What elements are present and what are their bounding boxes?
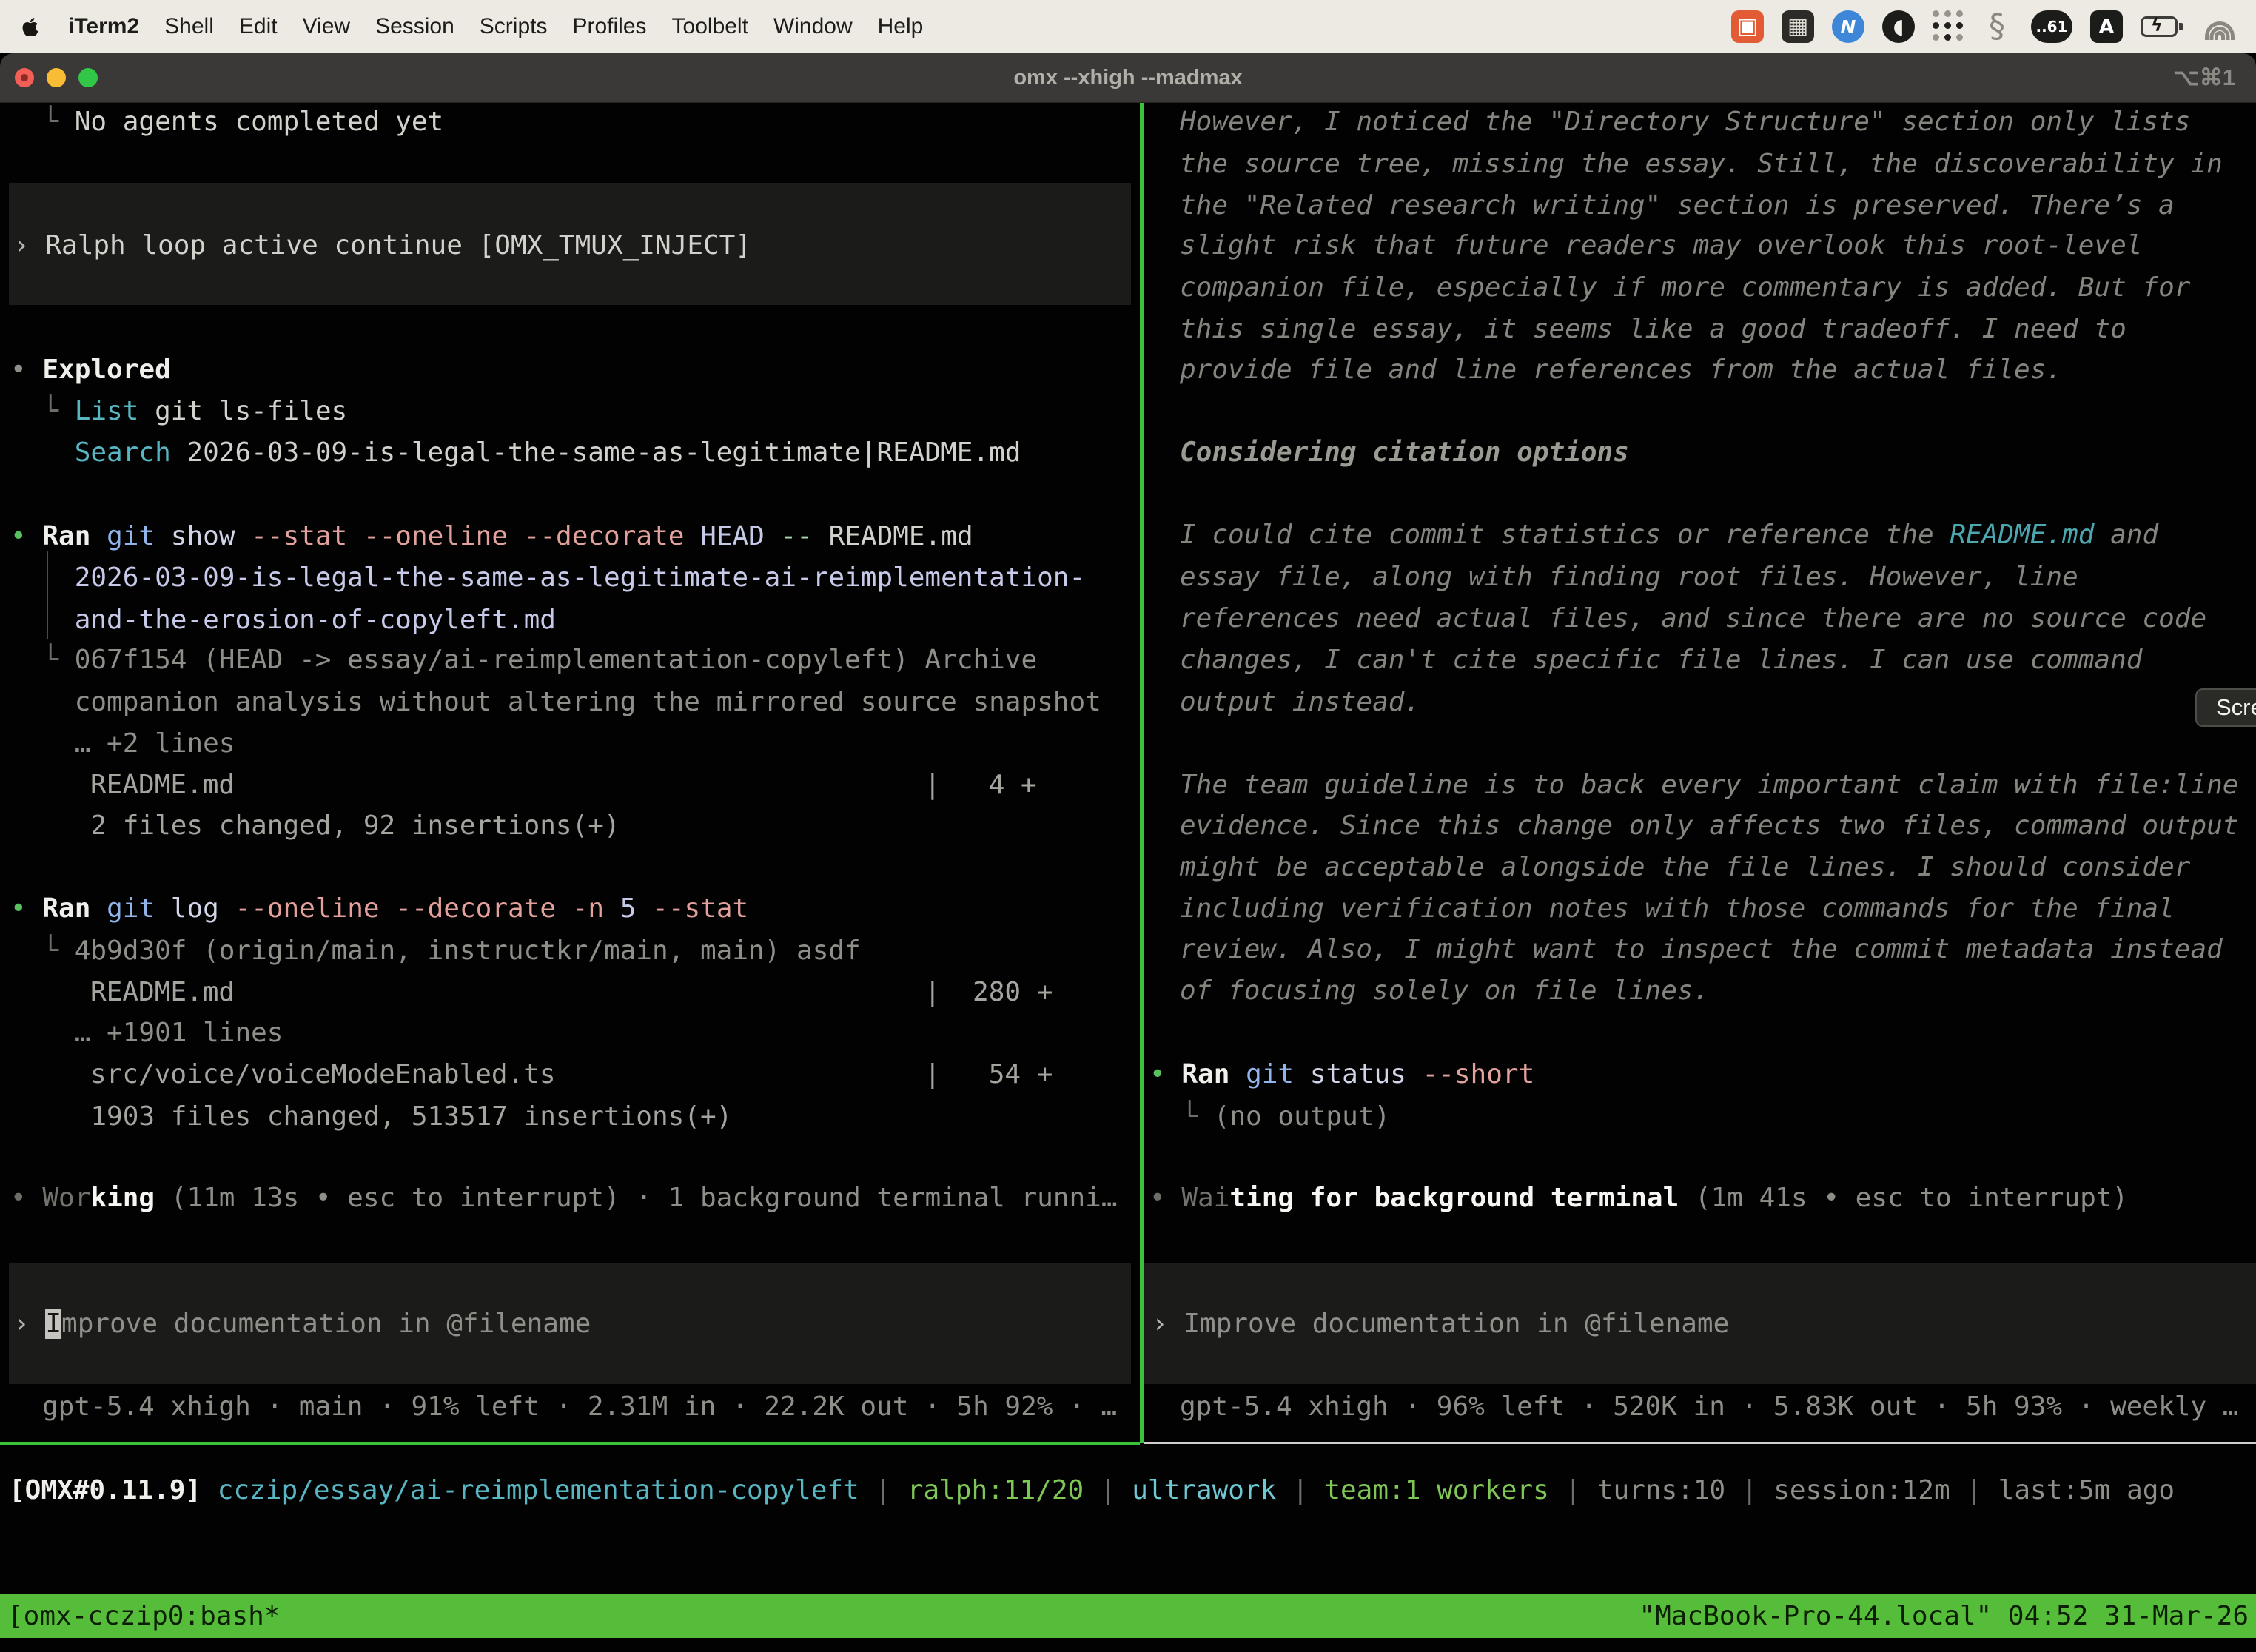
terminal-line: Search 2026-03-09-is-legal-the-same-as-l…	[10, 432, 1021, 474]
battery-61-icon[interactable]: ..61	[2031, 10, 2072, 43]
window-shortcut-badge: ⌥⌘1	[2173, 53, 2235, 102]
window-title: omx --xhigh --madmax	[0, 53, 2256, 102]
dots-grid-icon[interactable]	[1933, 10, 1963, 43]
terminal-line: Considering citation options	[1180, 432, 1629, 474]
terminal-line: The team guideline is to back every impo…	[1180, 765, 2238, 806]
terminal-line: I could cite commit statistics or refere…	[1180, 514, 2158, 556]
menu-item-window[interactable]: Window	[773, 14, 853, 39]
tmux-host-clock: "MacBook-Pro-44.local" 04:52 31-Mar-26	[1639, 1601, 2249, 1631]
terminal-line: README.md	[90, 972, 235, 1013]
terminal-line: › Improve documentation in @filename	[13, 1303, 591, 1345]
menu-item-iterm2[interactable]: iTerm2	[68, 14, 139, 39]
terminal-line: slight risk that future readers may over…	[1180, 225, 2142, 266]
terminal-line: including verification notes with those …	[1180, 888, 2175, 930]
terminal-line: this single essay, it seems like a good …	[1180, 309, 2126, 350]
terminal-line: provide file and line references from th…	[1180, 349, 2062, 391]
menu-item-edit[interactable]: Edit	[239, 14, 278, 39]
blue-bolt-badge-icon[interactable]: N	[1832, 10, 1864, 43]
terminal-line: └ List git ls-files	[10, 391, 347, 432]
terminal-line: essay file, along with finding root file…	[1180, 557, 2078, 598]
left-pane-bottom-border	[0, 1442, 1140, 1445]
terminal-area: └ No agents completed yet › Ralph loop ac…	[0, 0, 2256, 1652]
terminal-line: gpt-5.4 xhigh · 96% left · 520K in · 5.8…	[1180, 1386, 2238, 1428]
terminal-line: └ No agents completed yet	[10, 101, 443, 143]
terminal-line: | 4 +	[924, 765, 1037, 806]
terminal-line: [OMX#0.11.9] cczip/essay/ai-reimplementa…	[9, 1470, 2175, 1511]
right-pane-bottom-border	[1144, 1442, 2256, 1444]
chat-app-icon[interactable]: ▣	[1731, 10, 1764, 43]
terminal-line: └ (no output)	[1149, 1096, 1390, 1138]
terminal-line: • Ran git status --short	[1149, 1054, 1534, 1095]
menu-item-toolbelt[interactable]: Toolbelt	[672, 14, 748, 39]
menu-item-scripts[interactable]: Scripts	[480, 14, 548, 39]
tmux-status-bar: [omx-cczip0:bash* "MacBook-Pro-44.local"…	[0, 1594, 2256, 1638]
terminal-line: └ 067f154 (HEAD -> essay/ai-reimplementa…	[10, 639, 1037, 681]
terminal-line: • Waiting for background terminal (1m 41…	[1149, 1178, 2128, 1219]
menu-item-session[interactable]: Session	[375, 14, 454, 39]
wifi-icon[interactable]	[2203, 10, 2237, 43]
screen: └ No agents completed yet › Ralph loop ac…	[0, 0, 2256, 1652]
terminal-line: companion analysis without altering the …	[10, 682, 1101, 723]
terminal-line: output instead.	[1180, 682, 1420, 723]
terminal-line: of focusing solely on file lines.	[1180, 970, 1709, 1012]
terminal-line: review. Also, I might want to inspect th…	[1180, 929, 2223, 970]
shield-grid-icon[interactable]: ▦	[1782, 10, 1814, 43]
terminal-line: | 54 +	[924, 1054, 1053, 1095]
terminal-line: and-the-erosion-of-copyleft.md	[10, 600, 556, 641]
terminal-line: evidence. Since this change only affects…	[1180, 805, 2238, 847]
terminal-line: › Improve documentation in @filename	[1152, 1303, 1729, 1345]
a-app-icon[interactable]: A	[2090, 10, 2123, 43]
terminal-line: might be acceptable alongside the file l…	[1180, 847, 2190, 888]
pane-divider	[1140, 102, 1144, 1443]
terminal-line: • Ran git show --stat --oneline --decora…	[10, 516, 973, 557]
terminal-line: README.md	[90, 765, 235, 806]
screenshot-tooltip[interactable]: Scre	[2195, 688, 2256, 727]
battery-charge-icon[interactable]: ϟ	[2141, 10, 2185, 43]
menu-item-shell[interactable]: Shell	[164, 14, 214, 39]
terminal-line: • Ran git log --oneline --decorate -n 5 …	[10, 888, 748, 930]
squiggle-route-icon[interactable]: §	[1981, 10, 2013, 43]
tmux-session-label: [omx-cczip0:bash*	[7, 1601, 280, 1631]
window-title-bar: omx --xhigh --madmax ⌥⌘1	[0, 53, 2256, 103]
terminal-line: • Working (11m 13s • esc to interrupt) ·…	[10, 1178, 1118, 1219]
crescent-app-icon[interactable]: ◖	[1882, 10, 1915, 43]
menu-item-view[interactable]: View	[303, 14, 350, 39]
terminal-line: └ 4b9d30f (origin/main, instructkr/main,…	[10, 930, 861, 972]
apple-logo-icon[interactable]	[21, 16, 40, 38]
menu-status-icons: ▣ ▦ N ◖ § ..61 Aϟ	[1731, 10, 2256, 43]
menu-item-help[interactable]: Help	[878, 14, 924, 39]
menu-item-profiles[interactable]: Profiles	[572, 14, 646, 39]
terminal-line: companion file, especially if more comme…	[1180, 267, 2190, 309]
terminal-line: … +2 lines	[10, 723, 235, 765]
terminal-line: | 280 +	[924, 972, 1053, 1013]
terminal-line: the source tree, missing the essay. Stil…	[1180, 144, 2223, 185]
terminal-line: 2026-03-09-is-legal-the-same-as-legitima…	[10, 557, 1085, 599]
terminal-line: changes, I can't cite specific file line…	[1180, 639, 2142, 681]
terminal-line: … +1901 lines	[10, 1013, 283, 1054]
menu-bar: iTerm2 Shell Edit View Session Scripts Profile…	[0, 0, 2256, 53]
terminal-line: the "Related research writing" section i…	[1180, 185, 2175, 226]
terminal-line: However, I noticed the "Directory Struct…	[1180, 101, 2190, 143]
terminal-line: 1903 files changed, 513517 insertions(+)	[10, 1096, 732, 1138]
terminal-line: gpt-5.4 xhigh · main · 91% left · 2.31M …	[42, 1386, 1117, 1428]
screenshot-tooltip-label: Scre	[2216, 694, 2256, 721]
terminal-line: › Ralph loop active continue [OMX_TMUX_I…	[13, 225, 751, 266]
terminal-line: • Explored	[10, 349, 171, 391]
terminal-line: references need actual files, and since …	[1180, 598, 2206, 639]
terminal-line: src/voice/voiceModeEnabled.ts	[90, 1054, 556, 1095]
terminal-line: 2 files changed, 92 insertions(+)	[10, 805, 620, 847]
menu-items: iTerm2 Shell Edit View Session Scripts Profile…	[0, 14, 923, 39]
